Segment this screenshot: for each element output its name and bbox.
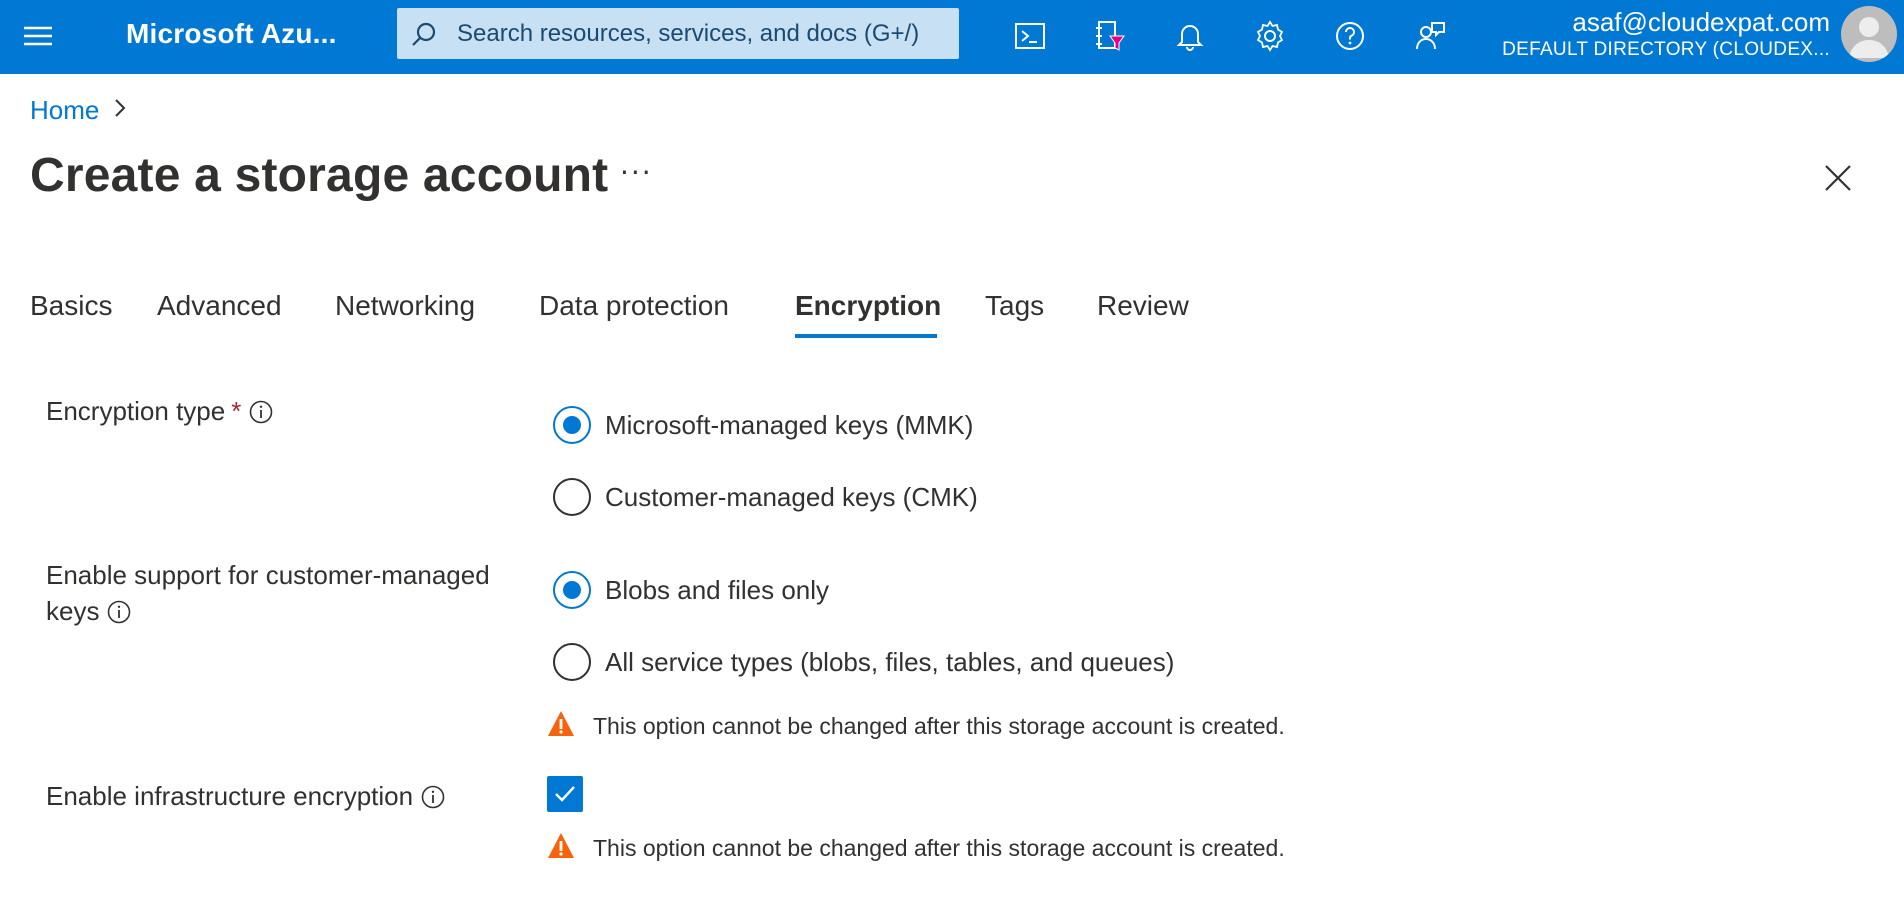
- tab-review[interactable]: Review: [1097, 290, 1189, 322]
- radio-cmk-button[interactable]: [553, 478, 591, 516]
- search-input[interactable]: Search resources, services, and docs (G+…: [397, 8, 959, 59]
- required-marker: *: [231, 396, 242, 426]
- tab-encryption[interactable]: Encryption: [795, 290, 941, 322]
- radio-blobs-files-button[interactable]: [553, 571, 591, 609]
- account-directory: DEFAULT DIRECTORY (CLOUDEX...: [1502, 39, 1830, 60]
- info-icon[interactable]: [249, 397, 273, 424]
- more-options-button[interactable]: ···: [620, 156, 653, 189]
- tab-networking[interactable]: Networking: [335, 290, 475, 322]
- avatar[interactable]: [1841, 6, 1897, 62]
- checkmark-icon: [547, 786, 583, 816]
- infrastructure-encryption-checkbox[interactable]: [547, 776, 583, 812]
- cmk-warning: This option cannot be changed after this…: [547, 710, 1285, 742]
- tab-advanced[interactable]: Advanced: [157, 290, 282, 322]
- radio-all-services-label: All service types (blobs, files, tables,…: [605, 646, 1175, 677]
- directory-filter-icon[interactable]: [1088, 14, 1132, 58]
- account-email: asaf@cloudexpat.com: [1572, 7, 1830, 37]
- encryption-type-label: Encryption type *: [46, 393, 273, 429]
- notifications-icon[interactable]: [1168, 14, 1212, 58]
- encryption-type-label-text: Encryption type: [46, 396, 226, 426]
- info-icon[interactable]: [107, 597, 131, 624]
- page-title: Create a storage account: [30, 149, 609, 202]
- cmk-warning-text: This option cannot be changed after this…: [593, 712, 1285, 739]
- radio-cmk-label: Customer-managed keys (CMK): [605, 481, 978, 512]
- breadcrumb-home-link[interactable]: Home: [30, 95, 99, 126]
- cmk-support-label-line2: keys: [46, 596, 100, 626]
- close-icon[interactable]: [1822, 162, 1854, 194]
- active-tab-indicator: [795, 334, 937, 338]
- help-icon[interactable]: [1328, 14, 1372, 58]
- cmk-support-label-line1: Enable support for customer-managed: [46, 560, 490, 590]
- radio-cmk[interactable]: Customer-managed keys (CMK): [553, 475, 978, 519]
- radio-blobs-files[interactable]: Blobs and files only: [553, 568, 829, 612]
- settings-icon[interactable]: [1248, 14, 1292, 58]
- info-icon[interactable]: [421, 782, 445, 809]
- brand-title[interactable]: Microsoft Azu...: [126, 18, 337, 50]
- tab-tags[interactable]: Tags: [985, 290, 1044, 322]
- radio-mmk[interactable]: Microsoft-managed keys (MMK): [553, 403, 973, 447]
- warning-icon: [547, 710, 575, 742]
- cloud-shell-icon[interactable]: [1008, 14, 1052, 58]
- tab-bar: Basics Advanced Networking Data protecti…: [0, 280, 1300, 342]
- search-placeholder: Search resources, services, and docs (G+…: [457, 20, 920, 47]
- cmk-support-label: Enable support for customer-managed keys: [46, 557, 490, 629]
- tab-basics[interactable]: Basics: [30, 290, 112, 322]
- warning-icon: [547, 832, 575, 864]
- radio-blobs-files-label: Blobs and files only: [605, 574, 830, 605]
- infrastructure-encryption-label-text: Enable infrastructure encryption: [46, 781, 414, 811]
- radio-mmk-label: Microsoft-managed keys (MMK): [605, 409, 974, 440]
- tab-data-protection[interactable]: Data protection: [539, 290, 729, 322]
- infrastructure-warning: This option cannot be changed after this…: [547, 832, 1285, 864]
- radio-all-services[interactable]: All service types (blobs, files, tables,…: [553, 640, 1174, 684]
- feedback-icon[interactable]: [1408, 14, 1452, 58]
- menu-icon[interactable]: [22, 20, 54, 52]
- top-bar: Microsoft Azu... Search resources, servi…: [0, 0, 1904, 74]
- infrastructure-encryption-label: Enable infrastructure encryption: [46, 778, 445, 814]
- chevron-right-icon: [113, 95, 127, 126]
- account-info[interactable]: asaf@cloudexpat.com DEFAULT DIRECTORY (C…: [1502, 6, 1830, 62]
- radio-mmk-button[interactable]: [553, 406, 591, 444]
- radio-all-services-button[interactable]: [553, 643, 591, 681]
- breadcrumb: Home: [30, 95, 127, 126]
- infrastructure-warning-text: This option cannot be changed after this…: [593, 834, 1285, 861]
- search-icon: [410, 21, 438, 49]
